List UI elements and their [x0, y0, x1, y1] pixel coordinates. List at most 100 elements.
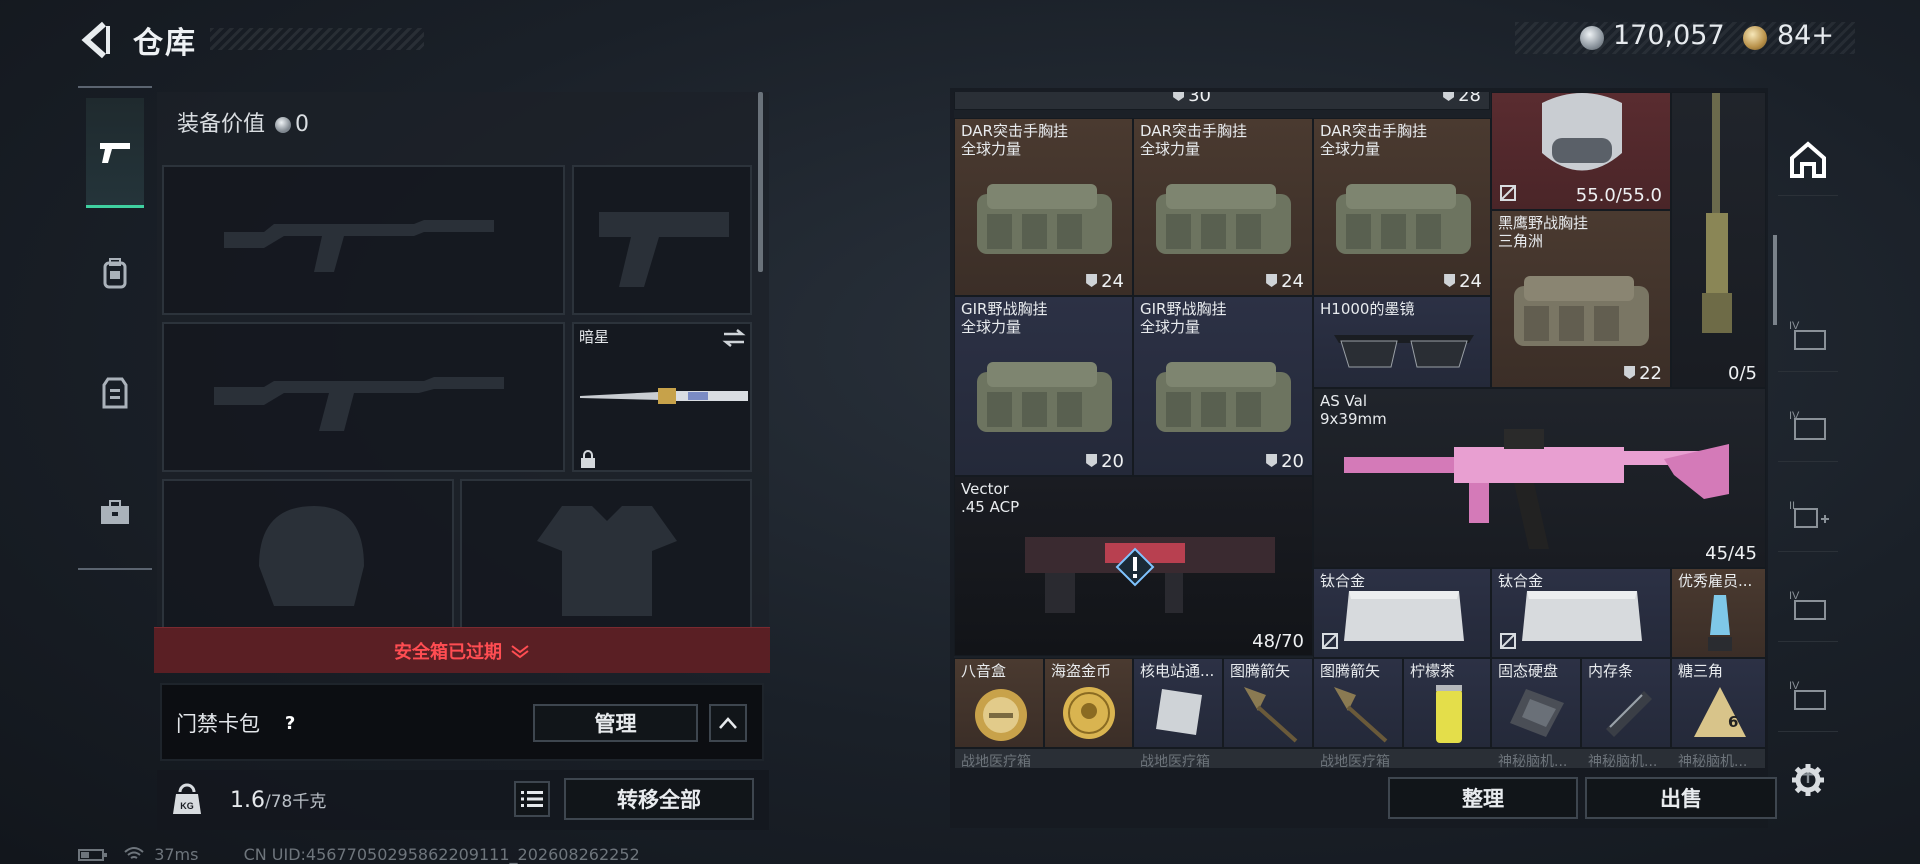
case-icon: IV	[1789, 680, 1826, 710]
item-count: 28	[1443, 92, 1481, 106]
lvl4-filter-a[interactable]: IV	[1778, 298, 1838, 372]
folder-icon: IV	[1789, 410, 1826, 440]
tidy-button[interactable]: 整理	[1388, 777, 1578, 819]
silver-coin-icon	[1580, 26, 1604, 50]
sunglasses-image	[1334, 335, 1474, 368]
item-name: DAR突击手胸挂 全球力量	[961, 122, 1068, 158]
svg-text:KG: KG	[180, 801, 194, 811]
case-tab[interactable]	[86, 458, 144, 568]
inventory-cell[interactable]: DAR突击手胸挂 全球力量 24	[1133, 118, 1313, 296]
inventory-cell[interactable]: 核电站通...	[1133, 658, 1223, 748]
battery-icon	[78, 849, 107, 861]
loadout-scrollbar[interactable]	[758, 92, 763, 272]
back-arrow-icon[interactable]	[78, 18, 114, 62]
inventory-cell[interactable]: 内存条	[1581, 658, 1671, 748]
inventory-cell[interactable]: AS Val 9x39mm 45/45	[1313, 388, 1766, 568]
unlocked-icon	[1322, 633, 1338, 649]
weapon-tab[interactable]	[86, 98, 144, 208]
item-count: 24	[1444, 271, 1482, 292]
item-name: 图腾箭矢	[1320, 662, 1381, 680]
inventory-cell[interactable]: 优秀雇员...	[1671, 568, 1766, 658]
lvl4-filter-b[interactable]: IV	[1778, 388, 1838, 462]
vest-tab[interactable]	[86, 338, 144, 448]
inventory-cell[interactable]: DAR突击手胸挂 全球力量 24	[1313, 118, 1491, 296]
side-tab-bar	[78, 86, 152, 570]
list-icon	[521, 791, 543, 807]
inventory-cell[interactable]: 图腾箭矢	[1313, 658, 1403, 748]
inventory-scrollbar[interactable]	[1773, 235, 1777, 325]
trophy-image	[1708, 595, 1732, 651]
inventory-cell[interactable]: 黑鹰野战胸挂 三角洲 22	[1491, 210, 1671, 388]
gold-amount[interactable]: 84+	[1777, 20, 1834, 51]
inventory-cell[interactable]: Vector .45 ACP 48/70	[954, 476, 1313, 656]
item-name: 核电站通...	[1140, 662, 1215, 680]
weight-current: 1.6	[230, 788, 265, 813]
med-filter[interactable]: II	[1778, 478, 1838, 552]
inventory-cell[interactable]: 固态硬盘	[1491, 658, 1581, 748]
melee-name: 暗星	[579, 328, 610, 346]
partial-row-top: 30 28	[954, 92, 1490, 110]
pirate-coin-image	[1063, 687, 1115, 739]
chest-rig-image	[1336, 184, 1471, 254]
inventory-cell[interactable]: 柠檬茶	[1403, 658, 1491, 748]
weight-icon: KG	[170, 782, 204, 816]
inventory-cell[interactable]: GIR野战胸挂 全球力量 20	[954, 296, 1133, 476]
warning-icon	[1115, 547, 1155, 587]
inventory-cell[interactable]: 钛合金	[1313, 568, 1491, 658]
melee-slot[interactable]: 暗星	[572, 322, 752, 472]
collapse-button[interactable]	[709, 704, 747, 742]
equip-value-label: 装备价值	[177, 112, 266, 137]
list-view-button[interactable]	[514, 781, 550, 817]
item-name: H1000的墨镜	[1320, 300, 1415, 318]
manage-button[interactable]: 管理	[533, 704, 698, 742]
chest-rig-image	[1514, 276, 1649, 346]
primary-weapon-slot[interactable]	[162, 165, 565, 315]
armor-silhouette-icon	[537, 506, 677, 616]
lvl4-filter-c[interactable]: IV	[1778, 568, 1838, 642]
sugar-triangle-image	[1694, 687, 1746, 737]
toolbox-icon	[101, 500, 129, 524]
inventory-cell[interactable]: 0/5	[1671, 92, 1766, 388]
inventory-cell[interactable]: 海盗金币	[1044, 658, 1133, 748]
chest-rig-image	[977, 362, 1112, 432]
help-mark: ?	[284, 712, 296, 734]
item-name: DAR突击手胸挂 全球力量	[1140, 122, 1247, 158]
ram-stick-image	[1606, 691, 1652, 737]
medkit-icon: IV	[1789, 320, 1826, 350]
inventory-cell[interactable]: GIR野战胸挂 全球力量 20	[1133, 296, 1313, 476]
lvl4-filter-d[interactable]: IV	[1778, 658, 1838, 732]
transfer-all-button[interactable]: 转移全部	[564, 778, 754, 820]
backpack-tab[interactable]	[86, 218, 144, 328]
chevron-down-icon	[511, 644, 529, 658]
item-name: DAR突击手胸挂 全球力量	[1320, 122, 1427, 158]
item-name: 糖三角	[1678, 662, 1724, 680]
ammo-count: 45/45	[1705, 543, 1757, 564]
inventory-cell[interactable]: 图腾箭矢	[1223, 658, 1313, 748]
inventory-cell[interactable]: H1000的墨镜	[1313, 296, 1491, 388]
home-filter[interactable]	[1778, 122, 1838, 196]
helmet-silhouette-icon	[259, 506, 364, 606]
inventory-cell[interactable]: 钛合金	[1491, 568, 1671, 658]
pistol-slot[interactable]	[572, 165, 752, 315]
pistol-silhouette-icon	[599, 212, 729, 287]
wifi-icon	[124, 847, 144, 859]
inventory-cell[interactable]: 糖三角 6	[1671, 658, 1766, 748]
item-badge: 6	[1728, 713, 1739, 731]
item-count: 24	[1266, 271, 1304, 292]
title-decoration	[210, 28, 424, 50]
item-name: 内存条	[1588, 662, 1634, 680]
gas-mask-image	[1542, 93, 1622, 171]
gear-icon[interactable]	[1790, 762, 1826, 798]
ammo-count: 48/70	[1252, 631, 1304, 652]
secondary-weapon-slot[interactable]	[162, 322, 565, 472]
sell-button[interactable]: 出售	[1585, 777, 1777, 819]
gold-coin-icon	[1743, 26, 1767, 50]
inventory-cell[interactable]: DAR突击手胸挂 全球力量 24	[954, 118, 1133, 296]
safebox-expired-bar[interactable]: 安全箱已过期	[154, 627, 770, 673]
helmet-slot[interactable]	[162, 479, 454, 629]
swap-icon[interactable]	[722, 328, 746, 348]
inventory-cell[interactable]: 55.0/55.0	[1491, 92, 1671, 210]
inventory-cell[interactable]: 八音盒	[954, 658, 1044, 748]
armor-slot[interactable]	[460, 479, 752, 629]
backpack-icon	[103, 258, 127, 289]
